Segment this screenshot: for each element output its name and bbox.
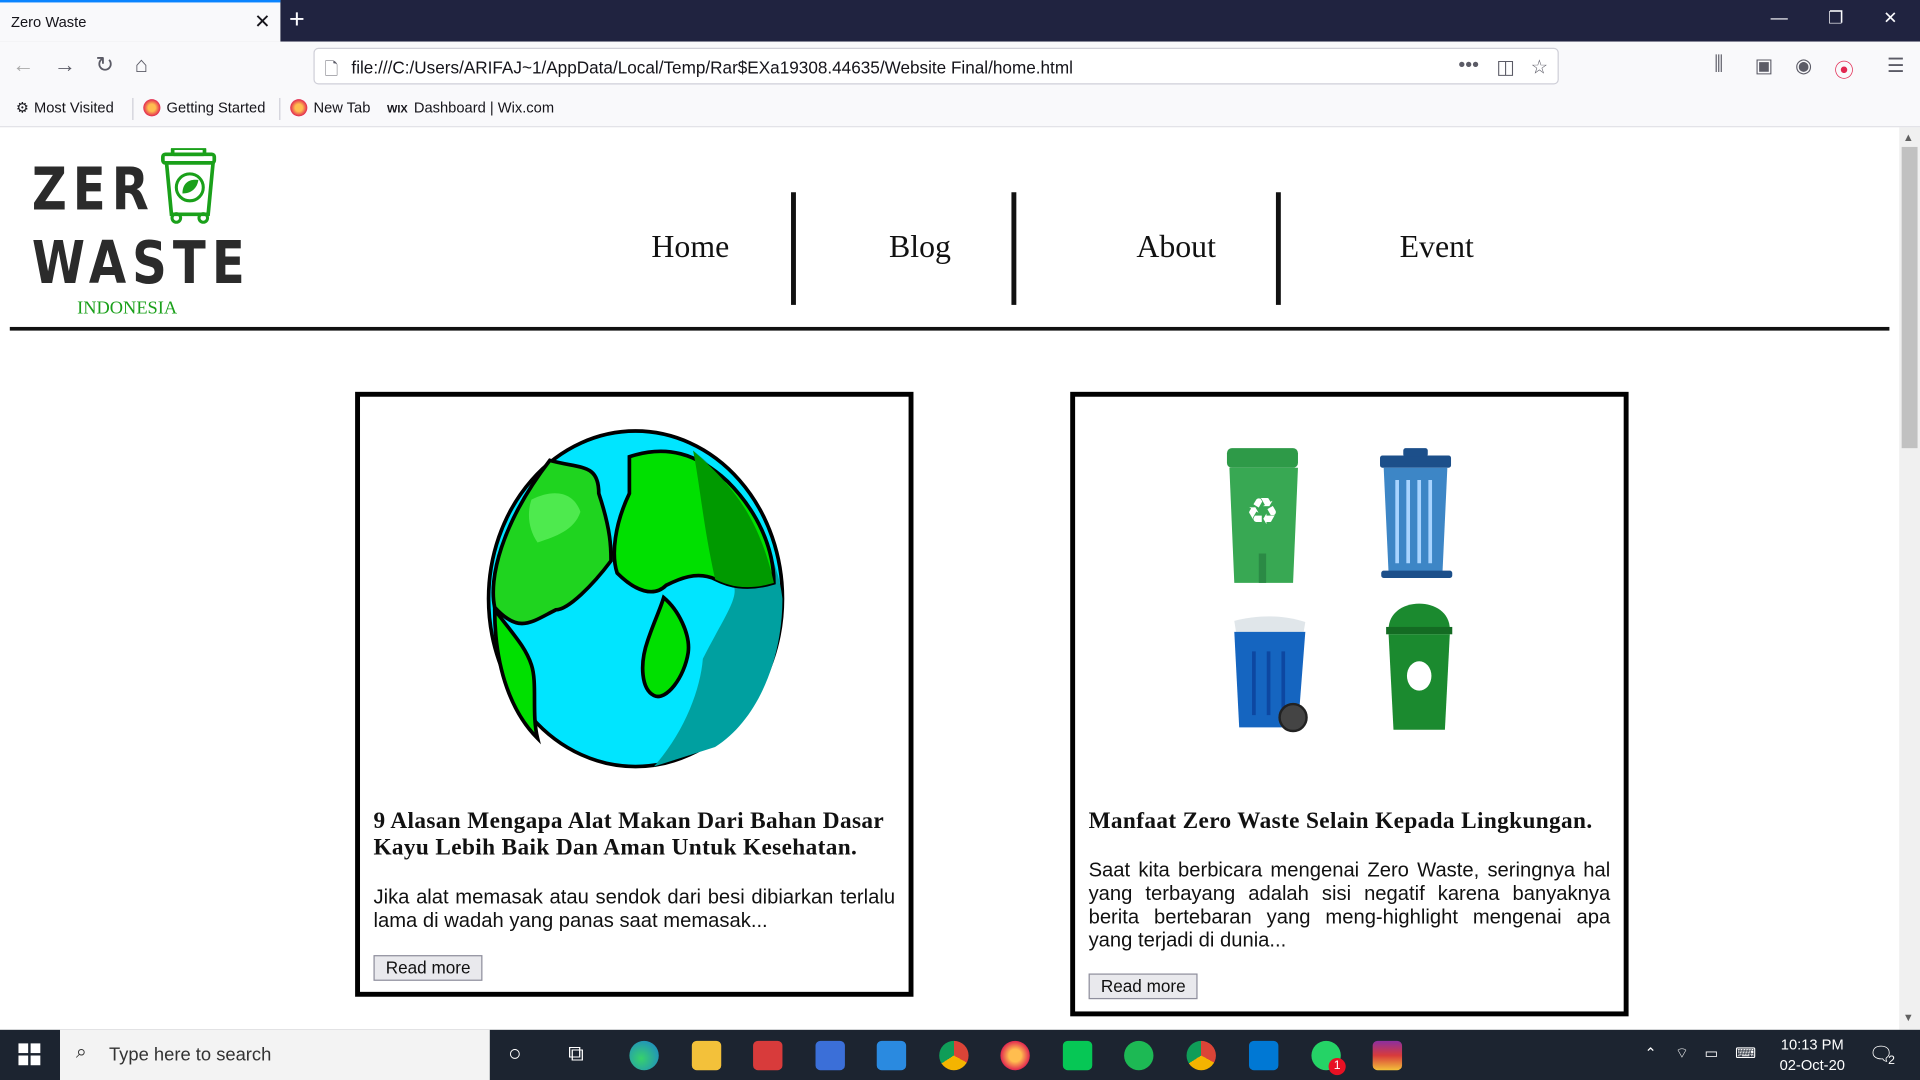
page-info-icon[interactable]: 🗋	[324, 56, 338, 85]
trash-bins-illustration: ♻	[1226, 448, 1453, 733]
scroll-up-icon[interactable]: ▲	[1903, 131, 1914, 143]
blog-card: ♻ Manfaat Zero Waste Selain Kepada Lingk…	[1070, 391, 1629, 1017]
svg-text:♻: ♻	[1246, 490, 1279, 533]
wix-icon: WIX	[386, 102, 408, 116]
card-title[interactable]: 9 Alasan Mengapa Alat Makan Dari Bahan D…	[373, 808, 895, 862]
clock-date: 02-Oct-20	[1779, 1056, 1845, 1074]
bookmark-getting-started[interactable]: Getting Started	[143, 99, 265, 117]
pocket-icon[interactable]: ◫	[1496, 55, 1515, 79]
forward-arrow-icon[interactable]: →	[54, 53, 76, 79]
nav-separator	[1011, 192, 1017, 305]
chrome-icon[interactable]	[939, 1040, 969, 1071]
taskbar-search-box[interactable]: ⌕ Type here to search	[60, 1029, 490, 1080]
windows-taskbar: ⌕ Type here to search ○ ⧉ 1 ⌃ ⌔ ▭ ⌨ 10:1…	[0, 1029, 1920, 1080]
firefox-icon	[143, 99, 161, 117]
spotify-icon[interactable]	[1124, 1040, 1154, 1071]
battery-icon[interactable]: ▭	[1705, 1044, 1719, 1061]
browser-tab[interactable]: Zero Waste ✕	[0, 0, 281, 42]
hamburger-icon[interactable]: ☰	[1887, 54, 1905, 78]
more-icon[interactable]: •••	[1458, 55, 1479, 77]
scroll-down-icon[interactable]: ▼	[1903, 1011, 1914, 1023]
back-arrow-icon[interactable]: ←	[12, 53, 34, 79]
read-more-button[interactable]: Read more	[1088, 973, 1198, 1000]
keyboard-icon[interactable]: ⌨	[1735, 1044, 1756, 1061]
gear-icon: ⚙	[15, 99, 30, 117]
url-bar[interactable]: 🗋 file:///C:/Users/ARIFAJ~1/AppData/Loca…	[313, 47, 1559, 85]
close-tab-icon[interactable]: ✕	[254, 10, 270, 34]
chrome-icon[interactable]	[1186, 1040, 1216, 1071]
file-explorer-icon[interactable]	[691, 1040, 722, 1071]
scroll-thumb[interactable]	[1901, 146, 1918, 449]
mail-icon[interactable]	[876, 1040, 907, 1071]
tab-strip: Zero Waste ✕ + — ❐ ✕	[0, 0, 1920, 42]
store-icon[interactable]	[815, 1040, 845, 1071]
line-icon[interactable]	[1062, 1040, 1093, 1071]
page-scrollbar[interactable]: ▲ ▼	[1899, 127, 1920, 1030]
notification-badge: 1	[1328, 1057, 1346, 1076]
bookmark-most-visited[interactable]: ⚙ Most Visited	[16, 99, 114, 116]
bookmark-separator	[132, 97, 134, 121]
clock-time: 10:13 PM	[1780, 1035, 1844, 1054]
nav-separator	[1275, 192, 1281, 305]
gift-app-icon[interactable]	[753, 1040, 783, 1071]
url-text[interactable]: file:///C:/Users/ARIFAJ~1/AppData/Local/…	[351, 58, 1072, 78]
nav-link-about[interactable]: About	[1136, 229, 1216, 266]
new-tab-icon[interactable]: +	[289, 4, 305, 34]
earth-illustration	[486, 429, 785, 769]
nav-link-blog[interactable]: Blog	[889, 229, 951, 266]
bookmark-new-tab[interactable]: New Tab	[290, 99, 370, 117]
read-more-button[interactable]: Read more	[373, 955, 483, 981]
close-window-icon[interactable]: ✕	[1883, 7, 1897, 28]
firefox-icon	[290, 99, 308, 117]
nav-link-home[interactable]: Home	[651, 229, 729, 266]
home-icon[interactable]: ⌂	[135, 53, 148, 79]
winrar-icon[interactable]	[1372, 1040, 1403, 1071]
nav-separator	[791, 192, 796, 305]
edge-icon[interactable]	[629, 1040, 659, 1071]
card-title[interactable]: Manfaat Zero Waste Selain Kepada Lingkun…	[1089, 808, 1611, 835]
card-excerpt: Saat kita berbicara mengenai Zero Waste,…	[1088, 859, 1611, 952]
bookmark-wix-dashboard[interactable]: WIX Dashboard | Wix.com	[387, 99, 554, 116]
record-icon[interactable]: ⦿	[1834, 54, 1854, 83]
notification-count: 2	[1888, 1054, 1895, 1068]
vscode-icon[interactable]	[1248, 1040, 1279, 1071]
blog-card: 9 Alasan Mengapa Alat Makan Dari Bahan D…	[355, 391, 914, 997]
restore-icon[interactable]: ❐	[1828, 7, 1843, 28]
header-divider	[9, 326, 1890, 331]
bookmarks-toolbar: ⚙ Most Visited Getting Started New Tab WI…	[0, 90, 1920, 128]
page-viewport: ZER WASTE INDONESIA Home Blog About Even…	[0, 127, 1900, 1030]
bookmark-separator	[279, 97, 281, 121]
account-icon[interactable]: ◉	[1795, 54, 1812, 78]
library-icon[interactable]: ⫼	[1714, 54, 1723, 76]
windows-start-icon[interactable]	[18, 1043, 41, 1066]
whatsapp-icon[interactable]: 1	[1311, 1040, 1346, 1076]
task-view-icon[interactable]: ⧉	[568, 1041, 584, 1067]
chevron-up-icon[interactable]: ⌃	[1645, 1044, 1657, 1061]
site-navigation: Home Blog About Event	[0, 192, 1899, 305]
minimize-icon[interactable]: —	[1771, 7, 1788, 27]
nav-link-event[interactable]: Event	[1400, 229, 1474, 266]
firefox-icon[interactable]	[1000, 1040, 1030, 1071]
cortana-icon[interactable]: ○	[508, 1041, 521, 1067]
card-excerpt: Jika alat memasak atau sendok dari besi …	[373, 886, 896, 932]
system-clock[interactable]: 10:13 PM 02-Oct-20	[1773, 1035, 1851, 1077]
sidebar-icon[interactable]: ▣	[1755, 54, 1774, 78]
wifi-icon[interactable]: ⌔	[1675, 1044, 1689, 1062]
search-icon: ⌕	[75, 1042, 87, 1063]
nav-toolbar: ← → ↻ ⌂ 🗋 file:///C:/Users/ARIFAJ~1/AppD…	[0, 41, 1920, 91]
reload-icon[interactable]: ↻	[96, 53, 114, 79]
search-placeholder: Type here to search	[108, 1044, 272, 1066]
tab-title: Zero Waste	[11, 13, 87, 31]
star-icon[interactable]: ☆	[1531, 55, 1549, 79]
